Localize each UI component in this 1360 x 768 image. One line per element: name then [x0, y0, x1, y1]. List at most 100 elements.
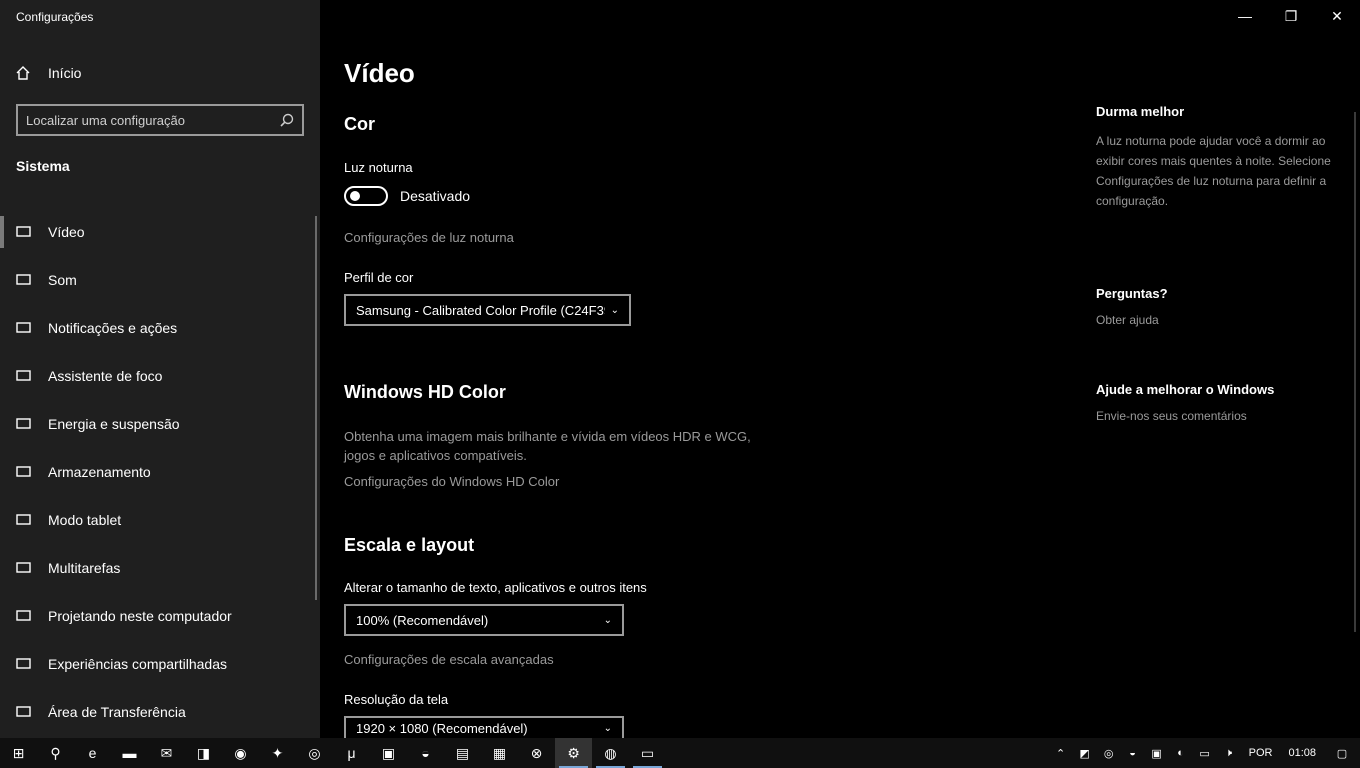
- advanced-scaling-link[interactable]: Configurações de escala avançadas: [344, 652, 554, 667]
- taskbar: ⊞ ⚲ e ▬ ✉ ◨ ◉ ✦ ◎ μ ▣ ◒ ▤ ▦ ⊗ ⚙ ◍ ▭ ⌃ ◩ ◎ ◒ ▣ ◐ ▭ 🕨 POR 0…: [0, 738, 1360, 768]
- sidebar-item[interactable]: Multitarefas: [0, 544, 314, 592]
- tray-app-icon[interactable]: ◩: [1073, 747, 1097, 760]
- resolution-select[interactable]: 1920 × 1080 (Recomendável) ⌄: [344, 716, 624, 738]
- color-profile-select[interactable]: Samsung - Calibrated Color Profile (C24F…: [344, 294, 631, 326]
- info-text: A luz noturna pode ajudar você a dormir …: [1096, 134, 1331, 208]
- project-icon: [16, 609, 32, 623]
- night-light-toggle[interactable]: Desativado: [344, 186, 470, 206]
- scale-label: Alterar o tamanho de texto, aplicativos …: [344, 580, 647, 595]
- page-title: Vídeo: [344, 58, 415, 88]
- chevron-up-icon[interactable]: ⌃: [1049, 747, 1073, 760]
- sidebar-item[interactable]: Modo tablet: [0, 496, 314, 544]
- sidebar-scrollbar[interactable]: [315, 216, 317, 600]
- remote-desktop-icon[interactable]: ▭: [629, 738, 666, 768]
- sidebar-item-label: Energia e suspensão: [48, 416, 180, 432]
- scale-value: 100% (Recomendável): [356, 612, 489, 628]
- settings-icon[interactable]: ⚙: [555, 738, 592, 768]
- language-indicator[interactable]: POR: [1241, 747, 1281, 759]
- hdr-heading: Windows HD Color: [344, 382, 506, 402]
- onedrive-icon[interactable]: ◐: [1169, 747, 1193, 759]
- minimize-button[interactable]: —: [1222, 0, 1268, 32]
- steam-icon[interactable]: ◎: [296, 738, 333, 768]
- power-icon: [16, 417, 32, 431]
- notification-center-icon[interactable]: ▢: [1324, 747, 1360, 760]
- app-title: Configurações: [16, 10, 94, 24]
- discord-tray-icon[interactable]: ◒: [1121, 747, 1145, 759]
- discord-icon[interactable]: ◒: [407, 738, 444, 768]
- multitask-icon: [16, 561, 32, 575]
- moon-icon: [16, 369, 32, 383]
- search-placeholder: Localizar uma configuração: [26, 112, 185, 128]
- toggle-knob: [350, 191, 360, 201]
- share-icon: [16, 657, 32, 671]
- night-light-info: Durma melhor A luz noturna pode ajudar v…: [1096, 104, 1336, 211]
- tray-app-icon[interactable]: ▣: [1145, 747, 1169, 760]
- file-explorer-icon[interactable]: ▬: [111, 738, 148, 768]
- tidal-icon[interactable]: ▦: [481, 738, 518, 768]
- close-button[interactable]: ✕: [1314, 0, 1360, 32]
- photoshop-icon[interactable]: ▤: [444, 738, 481, 768]
- sidebar-item[interactable]: Vídeo: [0, 208, 314, 256]
- app-icon[interactable]: ▣: [370, 738, 407, 768]
- toggle-state: Desativado: [400, 188, 471, 204]
- sidebar-item[interactable]: Energia e suspensão: [0, 400, 314, 448]
- chevron-down-icon: ⌄: [603, 722, 612, 734]
- sidebar-item-label: Área de Transferência: [48, 704, 186, 720]
- start-icon[interactable]: ⊞: [0, 738, 37, 768]
- color-profile-label: Perfil de cor: [344, 270, 414, 285]
- sidebar-item-label: Notificações e ações: [48, 320, 178, 336]
- home-label: Início: [48, 65, 82, 81]
- sidebar-item[interactable]: Experiências compartilhadas: [0, 640, 314, 688]
- edge-icon[interactable]: e: [74, 738, 111, 768]
- sidebar-item[interactable]: Área de Transferência: [0, 688, 314, 736]
- scale-heading: Escala e layout: [344, 535, 475, 555]
- feedback-section: Ajude a melhorar o Windows Envie-nos seu…: [1096, 382, 1336, 423]
- store-icon[interactable]: ◨: [185, 738, 222, 768]
- network-icon[interactable]: ▭: [1193, 747, 1217, 760]
- taskbar-apps: ⊞ ⚲ e ▬ ✉ ◨ ◉ ✦ ◎ μ ▣ ◒ ▤ ▦ ⊗ ⚙ ◍ ▭: [0, 738, 666, 768]
- home-icon: [16, 66, 30, 80]
- sidebar-nav: Vídeo Som Notificações e ações Assistente d…: [0, 208, 314, 736]
- steam-tray-icon[interactable]: ◎: [1097, 747, 1121, 760]
- sidebar-item-label: Vídeo: [48, 224, 85, 240]
- settings-window: Configurações Início Localizar uma confi…: [0, 0, 1360, 738]
- main-scrollbar[interactable]: [1354, 112, 1356, 632]
- resolution-value: 1920 × 1080 (Recomendável): [356, 720, 528, 736]
- camera-icon[interactable]: ◉: [222, 738, 259, 768]
- sidebar-item[interactable]: Projetando neste computador: [0, 592, 314, 640]
- sidebar-item-label: Modo tablet: [48, 512, 122, 528]
- xbox-icon[interactable]: ⊗: [518, 738, 555, 768]
- feedback-link[interactable]: Envie-nos seus comentários: [1096, 409, 1336, 423]
- get-help-link[interactable]: Obter ajuda: [1096, 313, 1336, 327]
- speaker-icon: [16, 273, 32, 287]
- hdr-settings-link[interactable]: Configurações do Windows HD Color: [344, 474, 559, 489]
- chevron-down-icon: ⌄: [603, 614, 612, 626]
- color-heading: Cor: [344, 114, 375, 134]
- maximize-button[interactable]: ❐: [1268, 0, 1314, 32]
- section-label: Sistema: [16, 158, 70, 174]
- mail-icon[interactable]: ✉: [148, 738, 185, 768]
- system-tray: ⌃ ◩ ◎ ◒ ▣ ◐ ▭ 🕨 POR 01:08 ▢: [1049, 738, 1360, 768]
- game-icon[interactable]: ✦: [259, 738, 296, 768]
- main-content: — ❐ ✕ Vídeo Cor Luz noturna Desativado C…: [320, 0, 1360, 738]
- chrome-icon[interactable]: ◍: [592, 738, 629, 768]
- feedback-title: Ajude a melhorar o Windows: [1096, 382, 1275, 397]
- home-button[interactable]: Início: [16, 60, 81, 86]
- sidebar-item[interactable]: Notificações e ações: [0, 304, 314, 352]
- tablet-icon: [16, 513, 32, 527]
- sidebar-item-label: Armazenamento: [48, 464, 151, 480]
- storage-icon: [16, 465, 32, 479]
- sidebar-item[interactable]: Assistente de foco: [0, 352, 314, 400]
- sidebar-item-label: Assistente de foco: [48, 368, 163, 384]
- volume-icon[interactable]: 🕨: [1217, 747, 1241, 760]
- clock[interactable]: 01:08: [1280, 747, 1324, 759]
- sidebar-item[interactable]: Som: [0, 256, 314, 304]
- search-icon[interactable]: ⚲: [37, 738, 74, 768]
- torrent-icon[interactable]: μ: [333, 738, 370, 768]
- search-input[interactable]: Localizar uma configuração: [16, 104, 304, 136]
- scale-select[interactable]: 100% (Recomendável) ⌄: [344, 604, 624, 636]
- help-section: Perguntas? Obter ajuda: [1096, 286, 1336, 327]
- night-light-settings-link[interactable]: Configurações de luz noturna: [344, 230, 514, 245]
- toggle-switch[interactable]: [344, 186, 388, 206]
- sidebar-item[interactable]: Armazenamento: [0, 448, 314, 496]
